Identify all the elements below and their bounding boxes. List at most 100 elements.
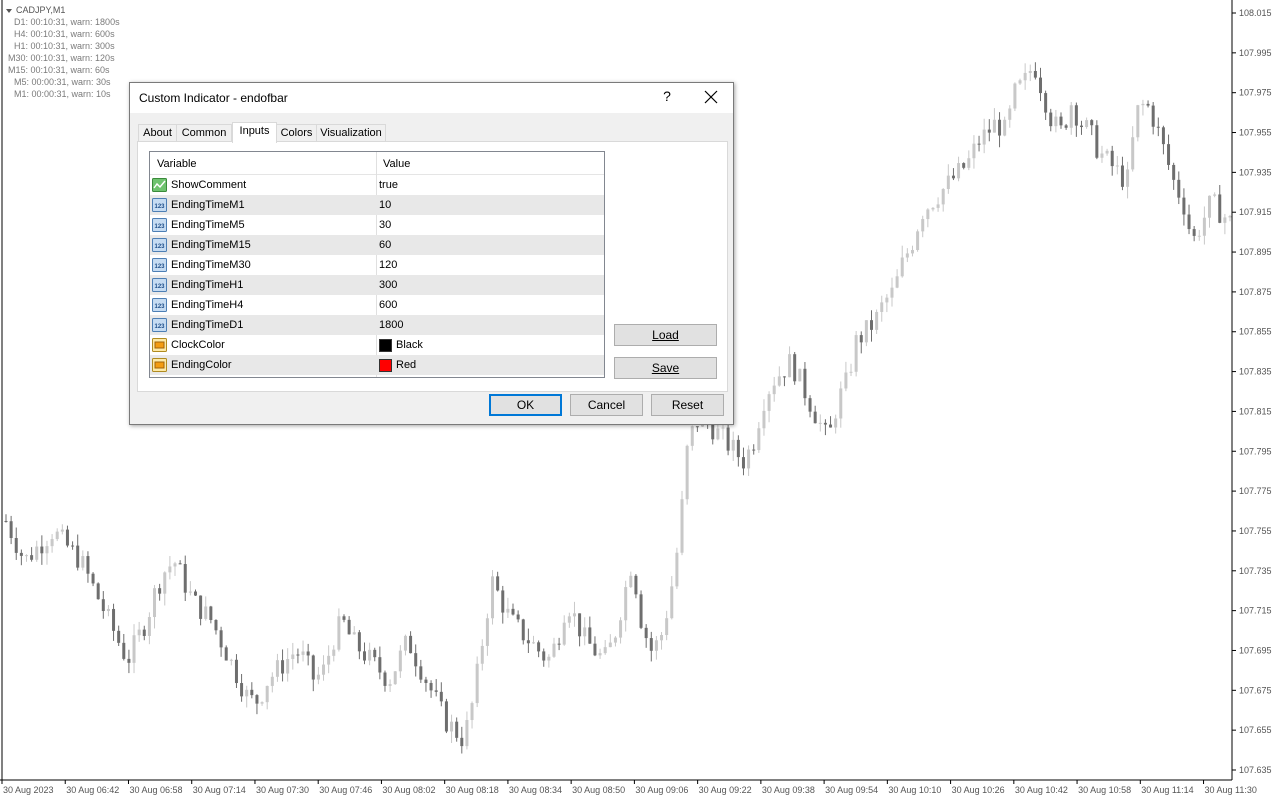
candle-body [1126, 169, 1130, 187]
input-value[interactable]: 60 [379, 239, 391, 251]
candle-body [823, 422, 827, 425]
candle-body [946, 175, 950, 189]
candle-body [378, 657, 382, 673]
candle-body [1095, 125, 1099, 158]
help-button[interactable]: ? [660, 88, 674, 106]
input-row[interactable]: 123 EndingTimeM30 120 [150, 255, 604, 275]
price-label: 107.975 [1239, 88, 1272, 98]
candle-body [327, 655, 331, 665]
time-label: 30 Aug 08:02 [382, 785, 435, 795]
candle-body [1202, 217, 1206, 236]
candle-body [270, 676, 274, 686]
price-label: 107.715 [1239, 606, 1272, 616]
candle-body [419, 666, 423, 680]
collapse-triangle-icon[interactable] [6, 8, 12, 13]
candle-body [926, 209, 930, 220]
candle-body [168, 566, 172, 573]
candle-body [71, 545, 75, 547]
candle-body [665, 618, 669, 636]
candle-body [593, 643, 597, 656]
candle-body [480, 645, 484, 664]
number-icon: 123 [152, 278, 167, 292]
tab-common[interactable]: Common [176, 124, 232, 142]
candle-body [788, 354, 792, 378]
candle-body [982, 129, 986, 145]
input-value[interactable]: 600 [379, 299, 397, 311]
tab-about[interactable]: About [138, 124, 177, 142]
candle-body [429, 682, 433, 691]
input-row[interactable]: ClockColor Black [150, 335, 604, 355]
column-header-value[interactable]: Value [383, 158, 410, 170]
candle-body [19, 552, 23, 556]
candle-body [634, 575, 638, 595]
time-label: 30 Aug 06:58 [129, 785, 182, 795]
close-icon [704, 90, 718, 104]
candle-body [762, 410, 766, 429]
candle-body [450, 721, 454, 732]
candle-body [4, 520, 8, 522]
candle-body [1059, 116, 1063, 126]
input-value[interactable]: 30 [379, 219, 391, 231]
comment-line: D1: 00:10:31, warn: 1800s [14, 17, 120, 27]
candle-body [188, 591, 192, 593]
input-row[interactable]: 123 EndingTimeM1 10 [150, 195, 604, 215]
candle-body [1172, 164, 1176, 180]
candle-body [962, 163, 966, 168]
candle-body [311, 655, 315, 680]
comment-line: M30: 00:10:31, warn: 120s [8, 53, 115, 63]
candle-body [726, 427, 730, 451]
input-value[interactable]: 300 [379, 279, 397, 291]
input-row[interactable]: 123 EndingTimeM5 30 [150, 215, 604, 235]
input-row[interactable]: EndingColor Red [150, 355, 604, 375]
input-value[interactable]: Red [396, 359, 416, 371]
candle-body [1141, 103, 1145, 106]
candle-body [1146, 103, 1150, 106]
price-label: 107.675 [1239, 685, 1272, 695]
candle-body [624, 587, 628, 621]
tab-inputs[interactable]: Inputs [232, 122, 277, 143]
price-label: 107.695 [1239, 645, 1272, 655]
candle-body [1069, 105, 1073, 128]
cancel-button[interactable]: Cancel [570, 394, 643, 416]
candle-body [987, 129, 991, 133]
reset-button[interactable]: Reset [651, 394, 724, 416]
input-variable: EndingColor [171, 359, 232, 371]
close-button[interactable] [700, 86, 722, 108]
price-label: 107.735 [1239, 566, 1272, 576]
candle-body [178, 563, 182, 565]
save-button-label: Save [651, 361, 680, 375]
candle-body [1151, 105, 1155, 127]
input-row[interactable]: ShowComment true [150, 175, 604, 195]
input-row[interactable]: 123 EndingTimeH1 300 [150, 275, 604, 295]
input-value[interactable]: 10 [379, 199, 391, 211]
input-value[interactable]: 1800 [379, 319, 403, 331]
candle-body [951, 175, 955, 179]
inputs-grid[interactable]: Variable Value ShowComment true 123 EndingT… [149, 151, 605, 378]
load-button[interactable]: Load [614, 324, 717, 346]
tab-visualization[interactable]: Visualization [316, 124, 386, 142]
input-value[interactable]: Black [396, 339, 423, 351]
candle-body [255, 695, 259, 704]
candle-body [526, 640, 530, 644]
candle-body [424, 679, 428, 683]
save-button[interactable]: Save [614, 357, 717, 379]
candle-body [132, 635, 136, 663]
input-row[interactable]: 123 EndingTimeD1 1800 [150, 315, 604, 335]
time-label: 30 Aug 08:50 [572, 785, 625, 795]
candle-body [1156, 126, 1160, 128]
candle-body [163, 572, 167, 594]
input-value[interactable]: true [379, 179, 398, 191]
candle-body [839, 388, 843, 419]
tab-colors[interactable]: Colors [276, 124, 317, 142]
ok-button[interactable]: OK [489, 394, 562, 416]
candle-body [291, 654, 295, 660]
input-row[interactable]: 123 EndingTimeM15 60 [150, 235, 604, 255]
column-header-variable[interactable]: Variable [157, 158, 197, 170]
input-row[interactable]: 123 EndingTimeH4 600 [150, 295, 604, 315]
color-swatch [379, 339, 392, 352]
input-value[interactable]: 120 [379, 259, 397, 271]
dialog-titlebar[interactable]: Custom Indicator - endofbar ? [130, 83, 733, 113]
candle-body [859, 335, 863, 343]
candle-body [977, 143, 981, 145]
candle-body [153, 588, 157, 618]
